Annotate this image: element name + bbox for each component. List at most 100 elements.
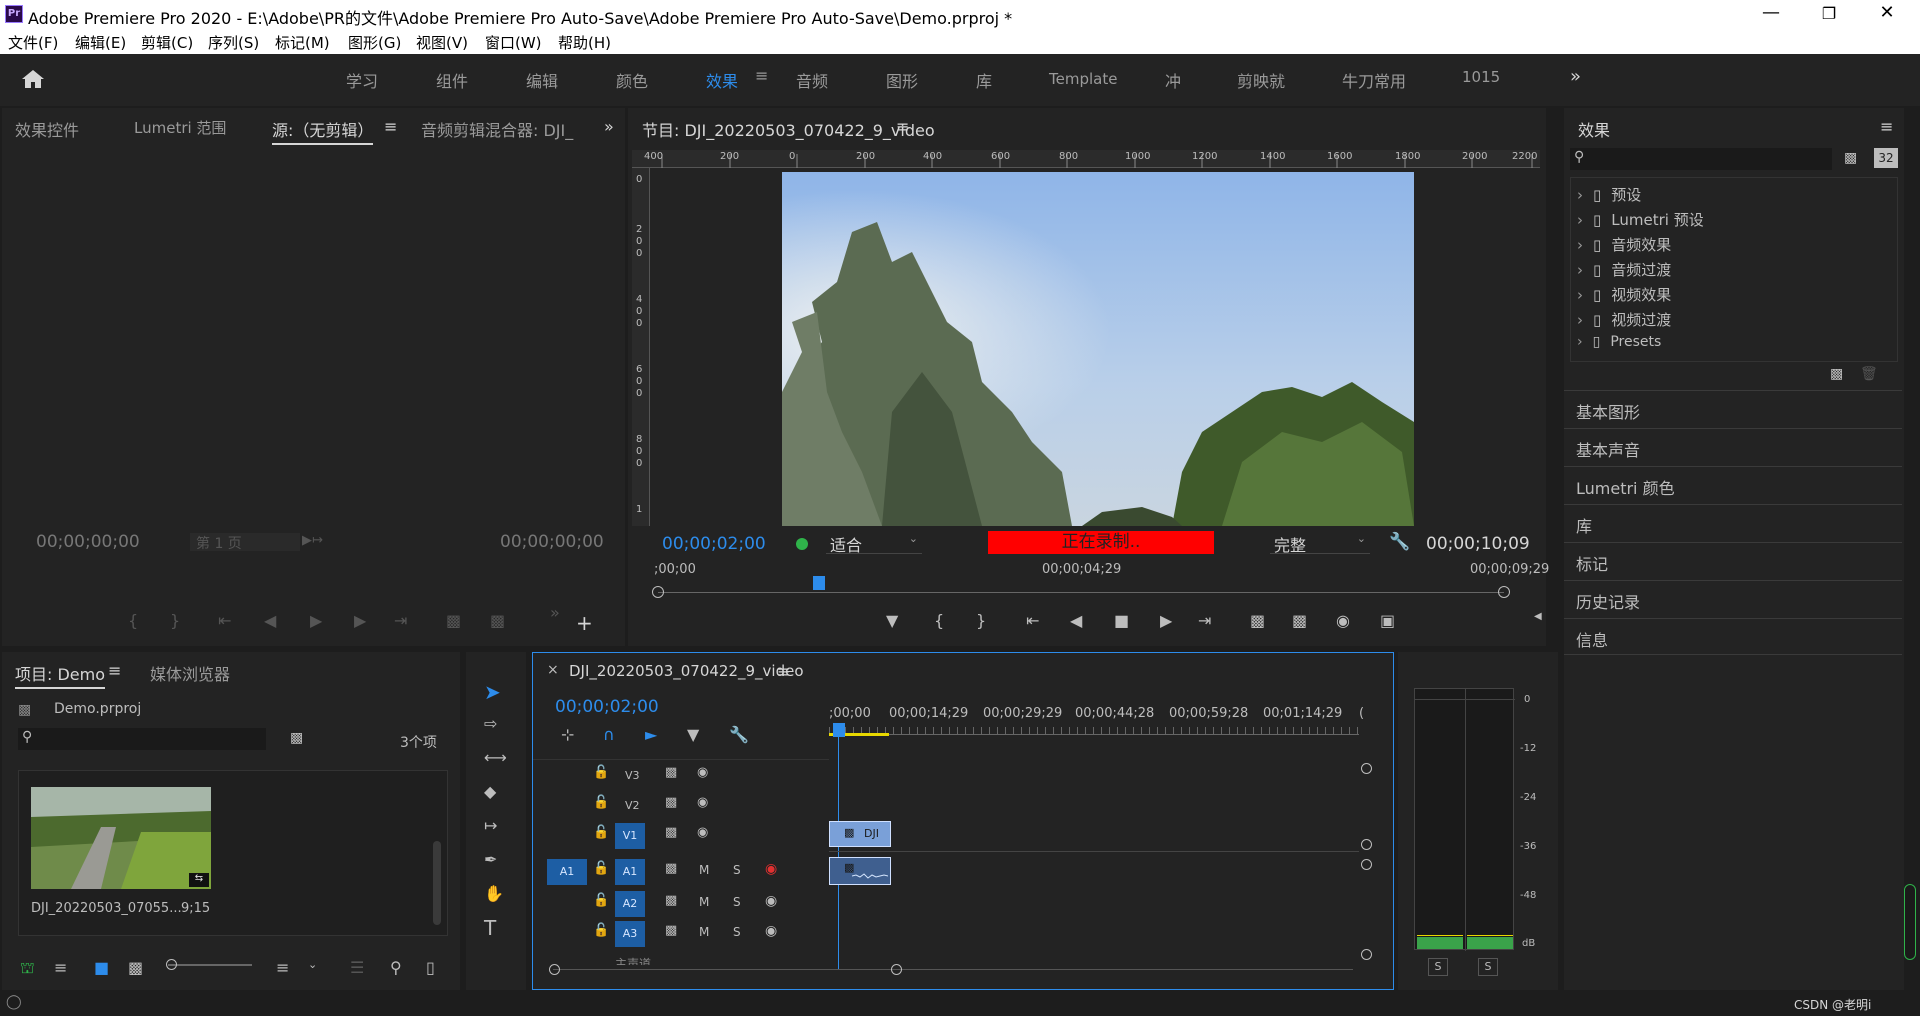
step-back-icon[interactable]: ◀ (1070, 611, 1082, 630)
program-timecode-current[interactable]: 00;00;02;00 (662, 534, 766, 554)
timeline-settings-icon[interactable]: 🔧 (729, 725, 749, 744)
selection-tool-icon[interactable]: ➤ (484, 680, 501, 704)
razor-tool-icon[interactable]: ◆ (484, 782, 496, 801)
menu-sequence[interactable]: 序列(S) (208, 32, 259, 53)
track-label-v3[interactable]: V3 (625, 769, 640, 782)
sort-icon[interactable]: ≡ (276, 958, 289, 977)
solo-button[interactable]: S (733, 925, 741, 939)
mark-out-icon[interactable]: } (170, 611, 180, 630)
insert-icon[interactable]: ▩ (446, 611, 461, 630)
step-back-icon[interactable]: ◀ (264, 611, 276, 630)
tree-item-presets-en[interactable]: › ▯ Presets (1577, 334, 1661, 350)
audio-clip[interactable]: ▩ (829, 857, 891, 885)
tab-menu-icon[interactable]: ≡ (384, 117, 397, 136)
solo-right-button[interactable]: S (1478, 958, 1498, 976)
find-icon[interactable]: ⚲ (390, 958, 402, 977)
menu-graphics[interactable]: 图形(G) (348, 32, 401, 53)
workspace-effects[interactable]: 效果 (706, 68, 738, 92)
timeline-timecode[interactable]: 00;00;02;00 (555, 697, 659, 717)
mute-button[interactable]: M (699, 863, 709, 877)
workspace-editing[interactable]: 编辑 (526, 68, 558, 92)
eye-icon[interactable]: ◉ (697, 795, 708, 810)
go-to-out-icon[interactable]: ⇥ (394, 611, 407, 630)
hand-tool-icon[interactable]: ✋ (484, 884, 504, 903)
close-sequence-icon[interactable]: × (547, 662, 559, 678)
lift-icon[interactable]: ▩ (1250, 611, 1265, 630)
tab-effect-controls[interactable]: 效果控件 (15, 117, 79, 141)
pen-tool-icon[interactable]: ✒ (484, 850, 497, 869)
stop-icon[interactable]: ■ (1114, 611, 1129, 630)
ripple-edit-tool-icon[interactable]: ⟷ (484, 748, 507, 767)
creative-cloud-icon[interactable]: ◯ (6, 994, 22, 1010)
timeline-playhead-handle[interactable] (833, 723, 845, 737)
more-controls-icon[interactable]: ◀ (1534, 611, 1542, 622)
find-icon[interactable]: ▩ (290, 730, 303, 746)
new-custom-bin-icon[interactable]: ▩ (1830, 366, 1843, 382)
solo-button[interactable]: S (733, 895, 741, 909)
minimize-button[interactable]: — (1748, 2, 1794, 23)
section-essential-graphics[interactable]: 基本图形 (1564, 390, 1902, 427)
source-patch-a1[interactable]: A1 (547, 859, 587, 885)
go-to-in-icon[interactable]: ⇤ (1026, 611, 1039, 630)
tree-item-video-effects[interactable]: › ▯ 视频效果 (1577, 284, 1671, 305)
lock-icon[interactable]: 🔓 (593, 923, 609, 938)
freeform-view-icon[interactable]: ▩ (128, 958, 143, 977)
hscroll-end-handle[interactable] (891, 964, 902, 975)
zoom-slider-handle[interactable] (166, 959, 177, 970)
step-forward-icon[interactable]: ▶ (1160, 611, 1172, 630)
workspace-color[interactable]: 颜色 (616, 68, 648, 92)
audio-scroll-top-handle[interactable] (1361, 859, 1372, 870)
wrench-icon[interactable]: 🔧 (1389, 532, 1410, 552)
video-scroll-top-handle[interactable] (1361, 763, 1372, 774)
new-bin-icon[interactable]: ▯ (426, 958, 435, 977)
tree-item-lumetri-presets[interactable]: › ▯ Lumetri 预设 (1577, 209, 1704, 230)
workspace-template[interactable]: Template (1049, 70, 1117, 88)
eye-icon[interactable]: ◉ (697, 825, 708, 840)
sync-lock-icon[interactable]: ▩ (665, 861, 677, 876)
lock-icon[interactable]: 🔓 (593, 893, 609, 908)
effects-search-input[interactable]: ⚲ (1570, 148, 1832, 170)
menu-clip[interactable]: 剪辑(C) (141, 32, 193, 53)
workspace-jianying[interactable]: 剪映就 (1237, 68, 1285, 92)
scrub-range-end-handle[interactable] (1498, 586, 1510, 598)
workspace-niudao[interactable]: 牛刀常用 (1342, 68, 1406, 92)
automate-icon[interactable]: ☰ (350, 958, 364, 977)
zoom-slider[interactable] (168, 964, 252, 966)
lock-icon[interactable]: 🔓 (593, 795, 609, 810)
timeline-hscroll[interactable] (553, 969, 1353, 970)
sequence-menu-icon[interactable]: ≡ (777, 662, 790, 681)
slip-tool-icon[interactable]: ↦ (484, 816, 497, 835)
fit-select[interactable]: 适合 ⌄ (826, 532, 922, 555)
tab-sequence[interactable]: DJI_20220503_070422_9_video (569, 662, 804, 680)
program-playhead[interactable] (812, 576, 825, 590)
workspace-chong[interactable]: 冲 (1165, 68, 1181, 92)
sync-lock-icon[interactable]: ▩ (665, 923, 677, 938)
camera-icon[interactable]: ◉ (1336, 611, 1350, 630)
menu-view[interactable]: 视图(V) (416, 32, 468, 53)
program-title[interactable]: 节目: DJI_20220503_070422_9_video (642, 117, 935, 141)
track-label-v2[interactable]: V2 (625, 799, 640, 812)
tab-project[interactable]: 项目: Demo (15, 661, 106, 689)
delete-icon[interactable]: 🗑 (1860, 366, 1878, 382)
project-menu-icon[interactable]: ≡ (108, 661, 121, 680)
more-controls-icon[interactable]: » (550, 603, 560, 622)
new-bin-icon[interactable]: ▩ (1844, 150, 1857, 166)
linked-selection-icon[interactable]: ► (645, 725, 657, 744)
section-essential-sound[interactable]: 基本声音 (1564, 428, 1902, 465)
sync-lock-icon[interactable]: ▩ (665, 825, 677, 840)
effects-menu-icon[interactable]: ≡ (1880, 117, 1893, 136)
home-icon[interactable] (20, 68, 46, 90)
right-edge-scroll[interactable] (1904, 884, 1916, 960)
go-to-in-icon[interactable]: ⇤ (218, 611, 231, 630)
tab-media-browser[interactable]: 媒体浏览器 (150, 661, 230, 685)
microphone-icon[interactable]: ◉ (765, 893, 777, 909)
microphone-record-icon[interactable]: ◉ (765, 861, 777, 877)
scrub-range-start-handle[interactable] (652, 586, 664, 598)
sync-lock-icon[interactable]: ▩ (665, 795, 677, 810)
audio-scroll-bottom-handle[interactable] (1361, 949, 1372, 960)
tab-source[interactable]: 源:（无剪辑） (272, 117, 374, 145)
mute-button[interactable]: M (699, 925, 709, 939)
close-button[interactable]: ✕ (1864, 2, 1910, 23)
add-marker-icon[interactable]: ▼ (886, 611, 898, 630)
clip-thumbnail[interactable]: ⇆ (31, 787, 211, 889)
